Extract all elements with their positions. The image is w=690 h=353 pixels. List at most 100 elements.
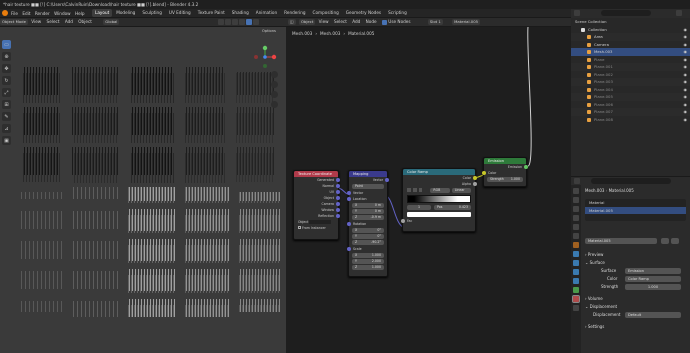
- material-slot-selected[interactable]: Material.005: [585, 206, 686, 214]
- socket[interactable]: [401, 219, 405, 223]
- object-picker[interactable]: [309, 220, 332, 224]
- socket[interactable]: [524, 165, 528, 169]
- tab-rendering[interactable]: Rendering: [281, 9, 308, 17]
- tab-layout[interactable]: Layout: [92, 9, 113, 17]
- world-tab-icon[interactable]: [573, 233, 579, 239]
- add-stop-button[interactable]: [407, 188, 411, 192]
- socket[interactable]: [473, 176, 477, 180]
- new-material-icon[interactable]: [671, 238, 679, 244]
- fake-user-icon[interactable]: [661, 238, 669, 244]
- menu-render[interactable]: Render: [35, 11, 50, 16]
- navigation-gizmo[interactable]: [253, 45, 277, 69]
- rendered-shading-icon[interactable]: [253, 19, 259, 25]
- displacement-panel[interactable]: ⌄ Displacement: [581, 303, 690, 311]
- outliner-item[interactable]: Plane.002 ◉: [571, 71, 690, 79]
- outliner-item[interactable]: Plane.003 ◉: [571, 78, 690, 86]
- texture-tab-icon[interactable]: [573, 305, 579, 311]
- texture-coordinate-node[interactable]: Texture Coordinate Generated Normal UV O…: [293, 170, 340, 240]
- properties-search-input[interactable]: [591, 178, 671, 184]
- cursor-icon[interactable]: ⊕: [2, 52, 11, 61]
- object-mode-dropdown[interactable]: Object Mode: [0, 19, 28, 25]
- render-tab-icon[interactable]: [573, 197, 579, 203]
- camera-view-icon[interactable]: [271, 91, 278, 98]
- interpolation-dropdown[interactable]: Linear: [451, 187, 471, 193]
- outliner-item[interactable]: Plane.004 ◉: [571, 86, 690, 94]
- visibility-eye-icon[interactable]: ◉: [684, 78, 688, 86]
- material-breadcrumb[interactable]: Material.005: [609, 188, 634, 193]
- wireframe-shading-icon[interactable]: [232, 19, 238, 25]
- outliner-item[interactable]: Plane.008 ◉: [571, 116, 690, 124]
- material-preview-icon[interactable]: [246, 19, 252, 25]
- visibility-eye-icon[interactable]: ◉: [684, 56, 688, 64]
- output-tab-icon[interactable]: [573, 206, 579, 212]
- viewport-menu-object[interactable]: Object: [78, 19, 92, 24]
- tab-animation[interactable]: Animation: [253, 9, 280, 17]
- color-input-link[interactable]: Color Ramp: [625, 276, 681, 282]
- scene-tab-icon[interactable]: [573, 224, 579, 230]
- surface-shader-dropdown[interactable]: Emission: [625, 268, 681, 274]
- strength-value-field[interactable]: 1.000: [625, 284, 681, 290]
- socket[interactable]: [336, 184, 340, 188]
- viewport-menu-view[interactable]: View: [31, 19, 41, 24]
- visibility-eye-icon[interactable]: ◉: [684, 63, 688, 71]
- socket[interactable]: [473, 182, 477, 186]
- modifier-tab-icon[interactable]: [573, 251, 579, 257]
- socket[interactable]: [336, 178, 340, 182]
- data-tab-icon[interactable]: [573, 287, 579, 293]
- object-breadcrumb[interactable]: Mesh.003: [585, 188, 604, 193]
- node-menu-select[interactable]: Select: [334, 19, 347, 24]
- outliner-editor-icon[interactable]: [574, 10, 580, 16]
- visibility-eye-icon[interactable]: ◉: [684, 93, 688, 101]
- material-tab-icon[interactable]: [572, 295, 580, 303]
- visibility-eye-icon[interactable]: ◉: [684, 41, 688, 49]
- visibility-eye-icon[interactable]: ◉: [684, 71, 688, 79]
- visibility-eye-icon[interactable]: ◉: [684, 48, 688, 56]
- visibility-eye-icon[interactable]: ◉: [684, 33, 688, 41]
- outliner-item[interactable]: Plane.007 ◉: [571, 108, 690, 116]
- node-menu-node[interactable]: Node: [366, 19, 377, 24]
- pan-hand-icon[interactable]: [271, 81, 278, 88]
- settings-panel[interactable]: › Settings: [581, 323, 690, 331]
- displacement-dropdown[interactable]: Default: [625, 312, 681, 318]
- scale-icon[interactable]: ⤢: [2, 88, 11, 97]
- shader-node-editor[interactable]: Mesh.003 › Mesh.003 › Material.005 Texture…: [286, 27, 571, 353]
- material-datablock-field[interactable]: Material.005: [585, 238, 657, 244]
- outliner-scene-collection[interactable]: Scene Collection: [571, 18, 690, 26]
- transform-icon[interactable]: ⊞: [2, 100, 11, 109]
- annotate-icon[interactable]: ✎: [2, 112, 11, 121]
- view-layer-tab-icon[interactable]: [573, 215, 579, 221]
- properties-editor-icon[interactable]: [574, 178, 580, 184]
- tab-uv-editing[interactable]: UV Editing: [166, 9, 194, 17]
- visibility-eye-icon[interactable]: ◉: [684, 108, 688, 116]
- perspective-toggle-icon[interactable]: [271, 101, 278, 108]
- rotate-icon[interactable]: ↻: [2, 76, 11, 85]
- outliner-item[interactable]: Plane.001 ◉: [571, 63, 690, 71]
- outliner-item[interactable]: Camera ◉: [571, 41, 690, 49]
- add-cube-icon[interactable]: ▣: [2, 136, 11, 145]
- 3d-viewport[interactable]: Options: [0, 27, 286, 353]
- xray-icon[interactable]: [225, 19, 231, 25]
- outliner-item[interactable]: Plane ◉: [571, 56, 690, 64]
- tab-modeling[interactable]: Modeling: [113, 9, 138, 17]
- outliner-item[interactable]: Plane.005 ◉: [571, 93, 690, 101]
- color-ramp-node[interactable]: Color Ramp Color Alpha RGB Linear 1 Pos 0…: [401, 168, 477, 232]
- socket[interactable]: [385, 178, 389, 182]
- breadcrumb-mesh[interactable]: Mesh.003: [320, 31, 340, 36]
- socket[interactable]: [336, 208, 340, 212]
- socket[interactable]: [347, 247, 351, 251]
- node-menu-add[interactable]: Add: [352, 19, 360, 24]
- transform-orientation-dropdown[interactable]: Global: [103, 19, 120, 25]
- blender-logo-icon[interactable]: [2, 10, 8, 16]
- menu-file[interactable]: File: [11, 11, 18, 16]
- socket[interactable]: [336, 196, 340, 200]
- surface-panel[interactable]: ⌄ Surface: [581, 259, 690, 267]
- socket[interactable]: [347, 191, 351, 195]
- tab-geometry-nodes[interactable]: Geometry Nodes: [343, 9, 384, 17]
- socket[interactable]: [336, 202, 340, 206]
- object-tab-icon[interactable]: [573, 242, 579, 248]
- tab-sculpting[interactable]: Sculpting: [139, 9, 165, 17]
- socket[interactable]: [347, 222, 351, 226]
- tab-shading[interactable]: Shading: [229, 9, 252, 17]
- node-menu-view[interactable]: View: [319, 19, 329, 24]
- mapping-node[interactable]: Mapping Vector Point Vector Location X0 …: [347, 170, 389, 277]
